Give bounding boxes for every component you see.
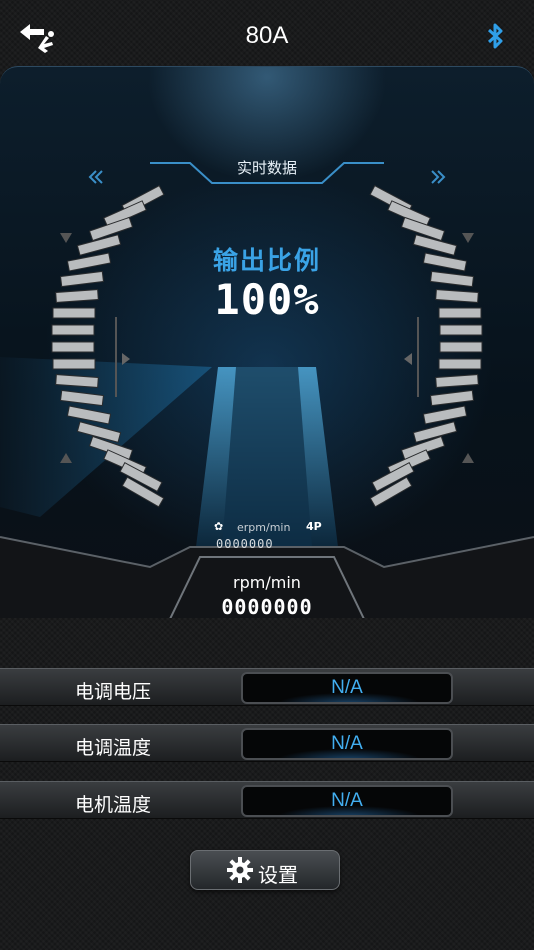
row-label: 电调电压 [74,681,151,703]
erpm-value: 0000000 [216,537,274,551]
gear-icon: ✿ [214,520,224,533]
gauge-panel: 实时数据 输出比例 100% ✿ erpm/min 4P 0000000 rpm… [0,66,534,618]
row-label: 电调温度 [74,737,151,759]
rpm-unit: rpm/min [233,573,301,592]
pole-count[interactable]: 4P [306,520,322,533]
settings-button[interactable]: 设置 [190,850,340,890]
bluetooth-icon[interactable] [482,22,508,50]
page-title: 80A [245,22,289,49]
erpm-unit: erpm/min [237,521,291,534]
gear-icon [227,857,253,883]
gauge-decoration [0,162,534,618]
row-value: N/A [241,728,453,760]
app-header: 80A [0,0,534,70]
row-esc-voltage: 电调电压 N/A [0,668,534,706]
row-esc-temperature: 电调温度 N/A [0,724,534,762]
rpm-value: 0000000 [221,595,313,618]
output-ratio-value: 100% [214,275,320,324]
tab-realtime-data[interactable]: 实时数据 [0,157,534,178]
row-label: 电机温度 [74,794,151,816]
output-ratio-label: 输出比例 [212,246,321,275]
row-motor-temperature: 电机温度 N/A [0,781,534,819]
row-value: N/A [241,672,453,704]
row-value: N/A [241,785,453,817]
settings-label: 设置 [258,863,298,887]
